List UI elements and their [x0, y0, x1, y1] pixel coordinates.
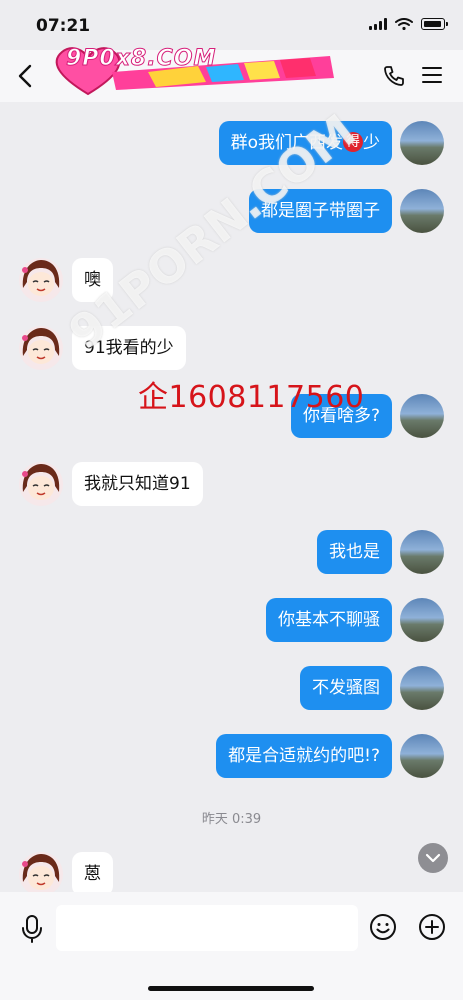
chevron-left-icon[interactable]	[14, 62, 38, 90]
hamburger-menu-icon[interactable]	[421, 65, 443, 85]
message-text: 少	[363, 133, 380, 153]
message-text: 你基本不聊骚	[278, 610, 380, 630]
cartoon-girl-icon	[22, 260, 60, 296]
emoji-icon[interactable]	[369, 913, 397, 941]
my-avatar[interactable]	[400, 121, 444, 165]
microphone-icon[interactable]	[20, 914, 44, 944]
message-row: 群o我们广西发得少	[0, 121, 463, 167]
status-time: 07:21	[36, 16, 91, 36]
incoming-message-bubble[interactable]: 蒽	[72, 852, 113, 896]
chevron-down-icon	[425, 853, 441, 863]
my-avatar[interactable]	[400, 666, 444, 710]
message-row: 我也是	[0, 530, 463, 576]
cartoon-girl-icon	[22, 328, 60, 364]
contact-avatar[interactable]	[19, 852, 63, 896]
message-input-bar	[0, 892, 463, 1000]
plus-circle-icon[interactable]	[418, 913, 446, 941]
home-indicator[interactable]	[148, 986, 314, 991]
outgoing-message-bubble[interactable]: 我也是	[317, 530, 392, 574]
outgoing-message-bubble[interactable]: 不发骚图	[300, 666, 392, 710]
message-input[interactable]	[56, 905, 358, 951]
contact-avatar[interactable]	[19, 326, 63, 370]
cartoon-girl-icon	[22, 854, 60, 890]
message-text: 不发骚图	[312, 678, 380, 698]
message-row: 我就只知道91	[0, 462, 463, 508]
wifi-icon	[395, 18, 413, 30]
cartoon-girl-icon	[22, 464, 60, 500]
scroll-to-bottom-button[interactable]	[418, 843, 448, 873]
chat-header: 9P0x8.COM	[0, 46, 463, 102]
message-timestamp: 昨天 0:39	[201, 812, 262, 827]
my-avatar[interactable]	[400, 598, 444, 642]
message-text: 蒽	[84, 864, 101, 884]
phone-icon[interactable]	[382, 64, 406, 88]
contact-watermark: 企1608117560	[138, 380, 365, 415]
my-avatar[interactable]	[400, 530, 444, 574]
contact-avatar[interactable]	[19, 258, 63, 302]
message-text: 我就只知道91	[84, 474, 191, 494]
message-row: 不发骚图	[0, 666, 463, 712]
status-icons	[369, 18, 448, 30]
message-row: 都是合适就约的吧!?	[0, 734, 463, 780]
battery-icon	[421, 18, 448, 30]
logo-text: 9P0x8.COM	[65, 46, 217, 72]
outgoing-message-bubble[interactable]: 你基本不聊骚	[266, 598, 392, 642]
message-text: 都是合适就约的吧!?	[228, 746, 380, 766]
my-avatar[interactable]	[400, 189, 444, 233]
incoming-message-bubble[interactable]: 我就只知道91	[72, 462, 203, 506]
site-logo: 9P0x8.COM	[48, 42, 338, 104]
contact-avatar[interactable]	[19, 462, 63, 506]
signal-icon	[369, 18, 387, 30]
my-avatar[interactable]	[400, 394, 444, 438]
message-text: 我也是	[329, 542, 380, 562]
my-avatar[interactable]	[400, 734, 444, 778]
outgoing-message-bubble[interactable]: 都是合适就约的吧!?	[216, 734, 392, 778]
message-row: 你基本不聊骚	[0, 598, 463, 644]
